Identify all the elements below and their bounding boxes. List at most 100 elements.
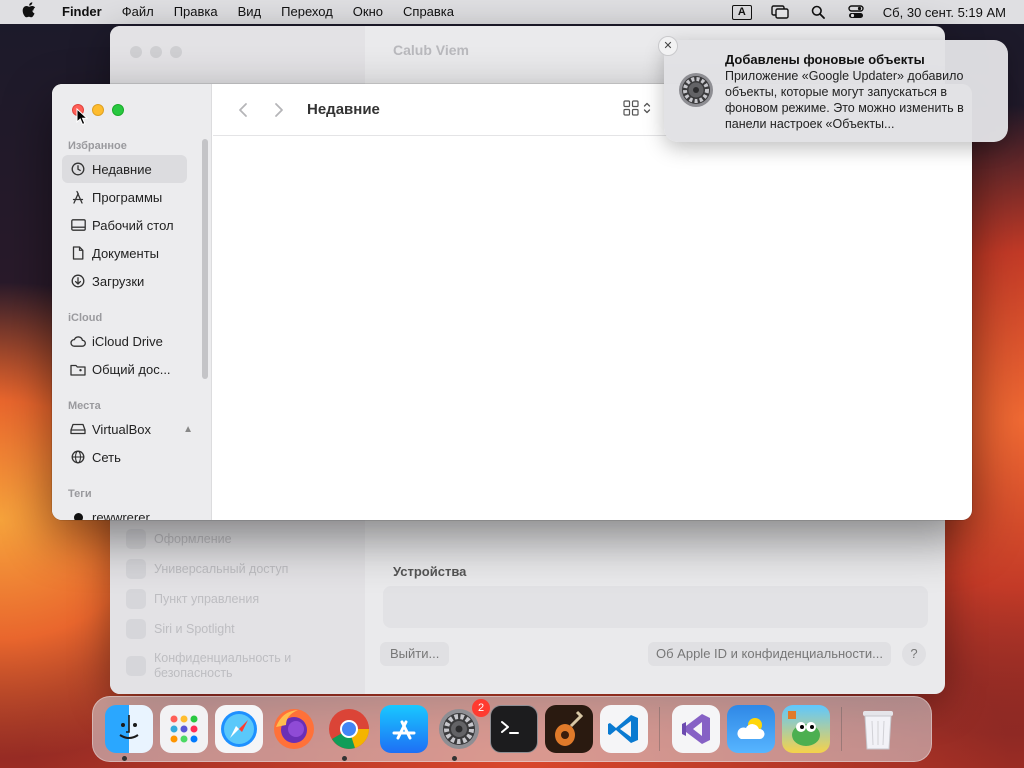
sidebar-scrollbar[interactable] [202, 139, 208, 379]
chrome-icon [325, 705, 373, 753]
app-store-icon [379, 705, 428, 753]
clock-icon [70, 161, 86, 177]
control-center-icon[interactable] [845, 4, 867, 20]
input-source-label: A [731, 4, 752, 20]
sidebar-item-shared[interactable]: Общий дос... [62, 355, 187, 383]
menu-help[interactable]: Справка [393, 0, 464, 24]
vscode-icon [599, 705, 648, 753]
input-source-icon[interactable]: A [731, 4, 753, 20]
globe-icon [70, 449, 86, 465]
menu-view[interactable]: Вид [228, 0, 272, 24]
sidebar-section-icloud: iCloud [68, 312, 103, 324]
document-icon [70, 245, 86, 261]
dock-item-launchpad[interactable] [156, 705, 211, 753]
apple-menu-icon[interactable] [18, 2, 40, 22]
sidebar-item-label: Сеть [92, 449, 121, 465]
menu-go[interactable]: Переход [271, 0, 343, 24]
tag-dot-icon [70, 509, 86, 520]
sidebar-item-label: rewwrerer [92, 509, 150, 521]
disk-icon [70, 421, 86, 437]
about-apple-id-button[interactable]: Об Apple ID и конфиденциальности... [648, 642, 891, 666]
dock-item-firefox[interactable] [266, 705, 321, 753]
sidebar-item-icloud-drive[interactable]: iCloud Drive [62, 327, 187, 355]
dock-item-game[interactable] [778, 705, 833, 753]
menu-edit[interactable]: Правка [164, 0, 228, 24]
menu-file[interactable]: Файл [112, 0, 164, 24]
trash-icon [854, 705, 902, 753]
sidebar-item-documents[interactable]: Документы [62, 239, 187, 267]
dock-item-safari[interactable] [211, 705, 266, 753]
dock-item-visual-studio[interactable] [668, 705, 723, 753]
system-settings-gear-icon [678, 72, 714, 108]
settings-zoom-button[interactable] [170, 46, 182, 58]
applications-icon [70, 189, 86, 205]
notification-body: Приложение «Google Updater» добавило объ… [725, 69, 964, 131]
zoom-button[interactable] [112, 104, 124, 116]
sidebar-item-label: Рабочий стол [92, 217, 174, 233]
notification-badge: 2 [472, 699, 490, 717]
game-crocodile-icon [781, 705, 830, 753]
sidebar-section-locations: Места [68, 400, 101, 412]
help-button[interactable]: ? [902, 642, 926, 666]
launchpad-icon [159, 705, 208, 753]
dock-item-weather[interactable] [723, 705, 778, 753]
eject-icon[interactable]: ▲ [183, 424, 193, 435]
dock-item-chrome[interactable] [321, 705, 376, 761]
cloud-icon [70, 333, 86, 349]
sidebar-item-label: Программы [92, 189, 163, 205]
shared-folder-icon [70, 361, 86, 377]
settings-item-siri[interactable]: Siri и Spotlight [126, 614, 304, 644]
dock-separator [659, 707, 660, 751]
dock-item-trash[interactable] [850, 705, 905, 753]
notification-banner[interactable]: ✕ Добавлены фоновые объекты Приложение «… [658, 36, 1008, 142]
dock-item-vscode[interactable] [596, 705, 651, 753]
back-button[interactable] [229, 96, 257, 124]
sidebar-item-recents[interactable]: Недавние [62, 155, 187, 183]
chevron-right-icon [275, 102, 283, 117]
app-menu-finder[interactable]: Finder [52, 0, 112, 24]
icon-grid-icon [623, 100, 639, 116]
spotlight-search-icon[interactable] [807, 4, 829, 20]
accessibility-icon [126, 559, 146, 579]
privacy-hand-icon [126, 656, 146, 676]
settings-item-label: Универсальный доступ [154, 562, 289, 576]
settings-item-appearance[interactable]: Оформление [126, 524, 304, 554]
sidebar-item-tag[interactable]: rewwrerer [62, 503, 187, 520]
sidebar-item-network[interactable]: Сеть [62, 443, 187, 471]
sidebar-item-label: Загрузки [92, 273, 145, 289]
dock-item-system-settings[interactable]: 2 [431, 699, 490, 761]
settings-close-button[interactable] [130, 46, 142, 58]
settings-item-privacy[interactable]: Конфиденциальность и безопасность [126, 644, 304, 688]
sidebar-item-label: Документы [92, 245, 160, 261]
desktop-icon [70, 217, 86, 233]
settings-item-accessibility[interactable]: Универсальный доступ [126, 554, 304, 584]
menu-bar-clock[interactable]: Сб, 30 сент. 5:19 AM [883, 5, 1006, 20]
dock-item-terminal[interactable] [486, 705, 541, 753]
view-mode-button[interactable] [623, 100, 651, 116]
sign-out-button[interactable]: Выйти... [380, 642, 450, 666]
terminal-icon [489, 705, 538, 753]
dock-item-garageband[interactable] [541, 705, 596, 753]
settings-traffic-lights [130, 46, 182, 58]
menu-window[interactable]: Окно [343, 0, 393, 24]
dock-item-finder[interactable] [101, 705, 156, 761]
finder-sidebar: Избранное Недавние Программы Рабочий сто… [52, 84, 212, 520]
settings-window-title: Calub Viem [393, 42, 469, 58]
sidebar-item-desktop[interactable]: Рабочий стол [62, 211, 187, 239]
settings-minimize-button[interactable] [150, 46, 162, 58]
chevron-updown-icon [643, 102, 651, 114]
forward-button[interactable] [265, 96, 293, 124]
devices-list [383, 586, 928, 628]
menu-bar: Finder Файл Правка Вид Переход Окно Спра… [0, 0, 1024, 24]
sidebar-item-virtualbox[interactable]: VirtualBox ▲ [62, 415, 193, 443]
finder-content-area[interactable] [213, 137, 972, 520]
notification-close-button[interactable]: ✕ [658, 36, 678, 56]
sidebar-section-favorites: Избранное [68, 140, 127, 152]
sidebar-item-applications[interactable]: Программы [62, 183, 187, 211]
screen-mirroring-icon[interactable] [769, 4, 791, 20]
minimize-button[interactable] [92, 104, 104, 116]
devices-heading: Устройства [393, 564, 467, 579]
sidebar-item-downloads[interactable]: Загрузки [62, 267, 187, 295]
settings-item-control-center[interactable]: Пункт управления [126, 584, 304, 614]
dock-item-app-store[interactable] [376, 705, 431, 753]
